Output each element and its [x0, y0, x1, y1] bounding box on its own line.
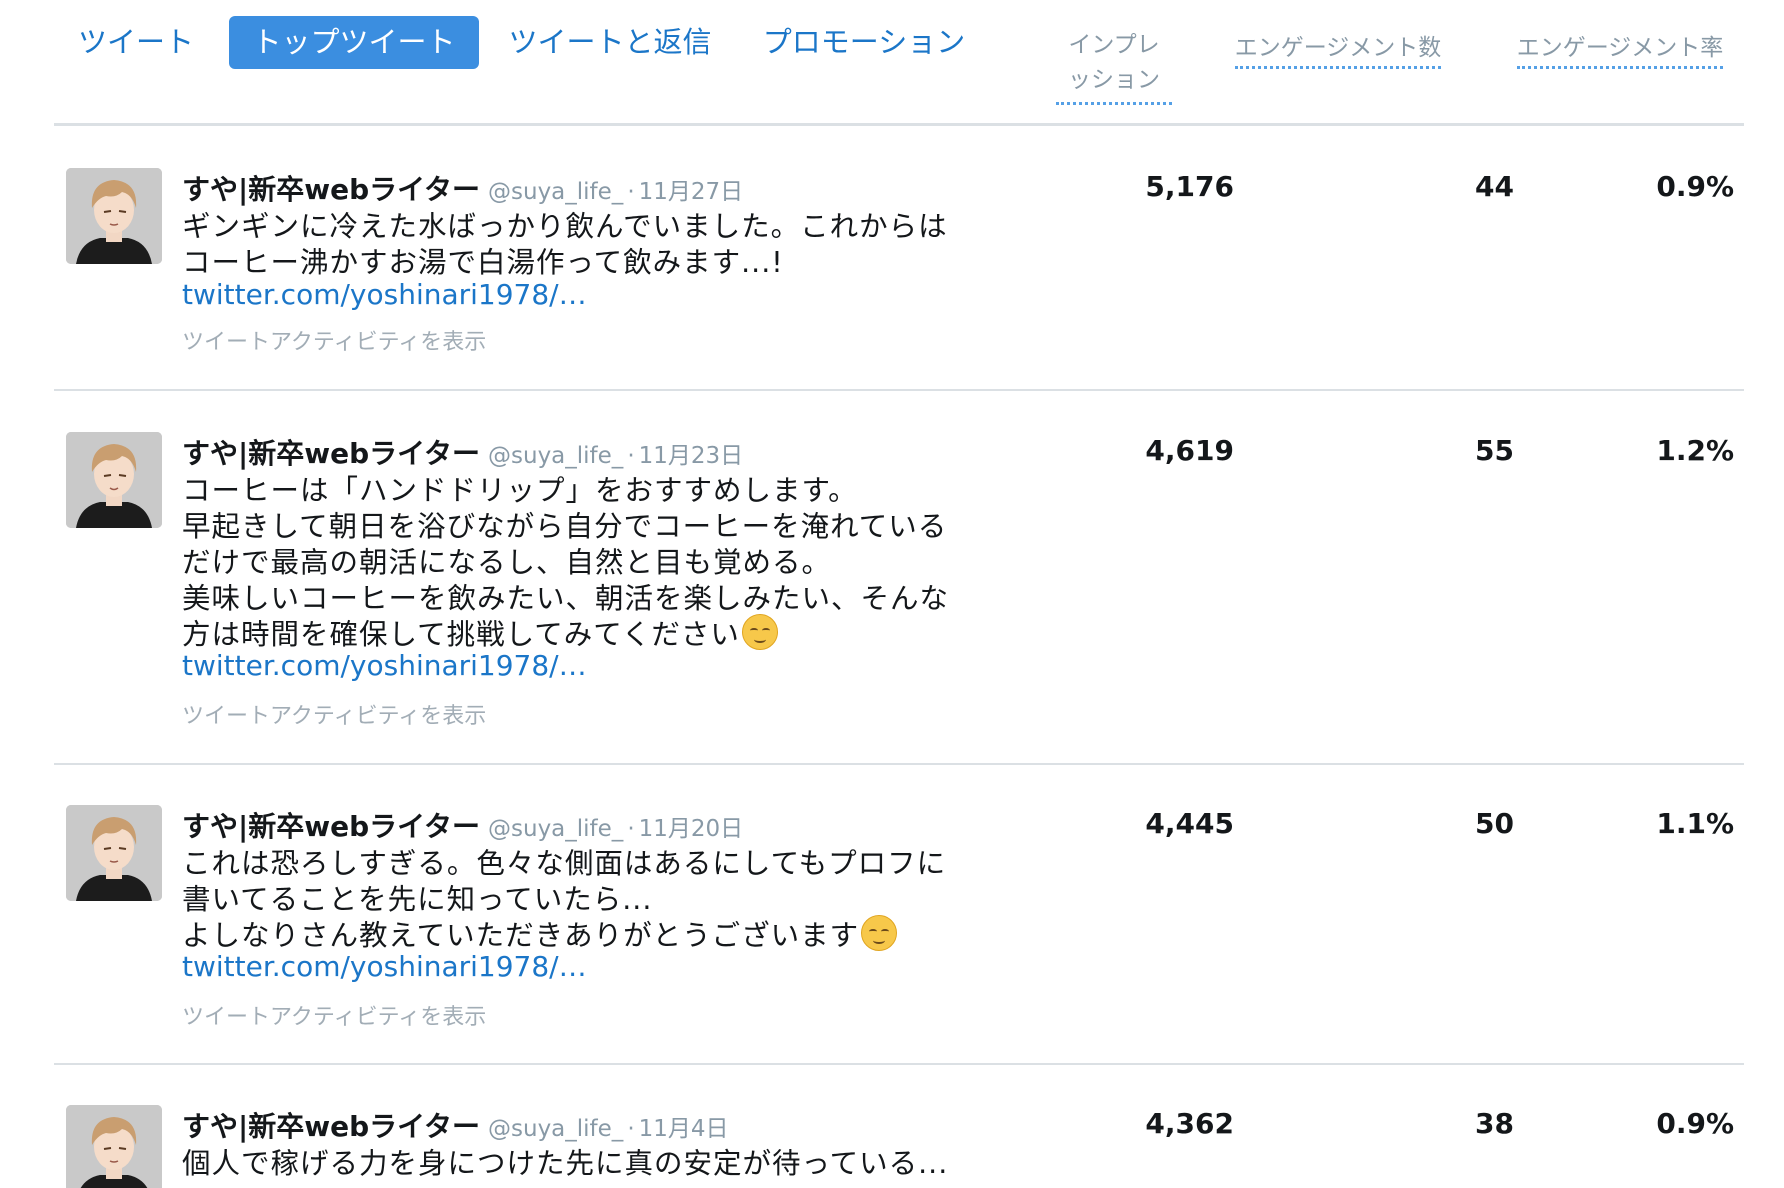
- tweet-text-line-with-emoji: よしなりさん教えていただきありがとうございます: [182, 913, 898, 954]
- author-handle[interactable]: @suya_life_: [488, 443, 623, 469]
- tweet-text-line: コーヒー沸かすお湯で白湯作って飲みます...!: [182, 246, 784, 279]
- tweet-date[interactable]: 11月23日: [639, 443, 744, 469]
- tweet-link[interactable]: twitter.com/yoshinari1978/…: [182, 950, 587, 983]
- author-name[interactable]: すや|新卒webライター: [182, 1110, 480, 1143]
- avatar-illustration-icon: [66, 432, 162, 528]
- meta-separator: ·: [627, 443, 635, 469]
- tweet-text-line: 美味しいコーヒーを飲みたい、朝活を楽しみたい、そんな: [182, 582, 950, 615]
- tweet-text-line-with-emoji: 方は時間を確保して挑戦してみてください: [182, 612, 778, 653]
- impressions-value: 4,619: [1145, 434, 1234, 467]
- tweet-row[interactable]: すや|新卒webライター @suya_life_ · 11月27日 ギンギンに冷えた水…: [54, 126, 1744, 391]
- impressions-value: 4,362: [1145, 1107, 1234, 1140]
- avatar-illustration-icon: [66, 168, 162, 264]
- view-tweet-activity-link[interactable]: ツイートアクティビティを表示: [182, 324, 486, 356]
- impressions-value: 4,445: [1145, 807, 1234, 840]
- tweet-row[interactable]: すや|新卒webライター @suya_life_ · 11月23日 コーヒーは「ハンド…: [54, 391, 1744, 765]
- engagement-rate-value: 0.9%: [1656, 1107, 1734, 1140]
- tweet-date[interactable]: 11月20日: [639, 816, 744, 842]
- column-header-impressions-line2: ッション: [1056, 63, 1172, 105]
- author-name[interactable]: すや|新卒webライター: [182, 810, 480, 843]
- column-header-engagements[interactable]: エンゲージメント数: [1218, 28, 1458, 69]
- relieved-face-emoji-icon: [741, 614, 778, 650]
- tweet-date[interactable]: 11月27日: [639, 179, 744, 205]
- tweet-link[interactable]: twitter.com/yoshinari1978/…: [182, 649, 587, 682]
- impressions-value: 5,176: [1145, 170, 1234, 203]
- column-header-engagement-rate-label: エンゲージメント率: [1516, 28, 1724, 69]
- avatar[interactable]: [66, 168, 162, 264]
- engagements-value: 38: [1475, 1107, 1514, 1140]
- engagements-value: 55: [1475, 434, 1514, 467]
- view-tweet-activity-link[interactable]: ツイートアクティビティを表示: [182, 999, 486, 1031]
- tweet-text-line: コーヒーは「ハンドドリップ」をおすすめします。: [182, 474, 858, 507]
- tab-tweets-and-replies[interactable]: ツイートと返信: [502, 16, 718, 69]
- tab-top-tweets[interactable]: トップツイート: [229, 16, 479, 69]
- tweet-text-line: 早起きして朝日を浴びながら自分でコーヒーを淹れている: [182, 510, 948, 543]
- engagements-value: 44: [1475, 170, 1514, 203]
- column-header-impressions-line1: インプレ: [1068, 32, 1160, 58]
- author-name[interactable]: すや|新卒webライター: [182, 173, 480, 206]
- tweet-meta: すや|新卒webライター @suya_life_ · 11月20日: [182, 805, 743, 845]
- engagement-rate-value: 0.9%: [1656, 170, 1734, 203]
- avatar-illustration-icon: [66, 1105, 162, 1188]
- meta-separator: ·: [627, 179, 635, 205]
- tweet-text-line: これは恐ろしすぎる。色々な側面はあるにしてもプロフに: [182, 847, 947, 880]
- tweet-row[interactable]: すや|新卒webライター @suya_life_ · 11月20日 これは恐ろしすぎる…: [54, 765, 1744, 1065]
- tweet-text-line: 方は時間を確保して挑戦してみてください: [182, 618, 740, 651]
- tweet-text-line: 個人で稼げる力を身につけた先に真の安定が待っている...: [182, 1147, 949, 1180]
- meta-separator: ·: [627, 816, 635, 842]
- author-handle[interactable]: @suya_life_: [488, 816, 623, 842]
- avatar[interactable]: [66, 432, 162, 528]
- engagements-value: 50: [1475, 807, 1514, 840]
- column-header-engagements-label: エンゲージメント数: [1234, 28, 1442, 69]
- tweet-link[interactable]: twitter.com/yoshinari1978/…: [182, 278, 587, 311]
- tweet-meta: すや|新卒webライター @suya_life_ · 11月27日: [182, 168, 743, 208]
- avatar-illustration-icon: [66, 805, 162, 901]
- view-tweet-activity-link[interactable]: ツイートアクティビティを表示: [182, 698, 486, 730]
- relieved-face-emoji-icon: [861, 915, 898, 951]
- tab-tweets[interactable]: ツイート: [78, 16, 194, 69]
- avatar[interactable]: [66, 1105, 162, 1188]
- tab-promotions[interactable]: プロモーション: [758, 16, 970, 69]
- tweet-text-line: だけで最高の朝活になるし、自然と目も覚める。: [182, 546, 832, 579]
- tweet-text-line: よしなりさん教えていただきありがとうございます: [182, 919, 860, 952]
- column-header-impressions[interactable]: インプレ ッション: [1052, 28, 1176, 105]
- tweet-meta: すや|新卒webライター @suya_life_ · 11月23日: [182, 432, 743, 472]
- author-name[interactable]: すや|新卒webライター: [182, 437, 480, 470]
- author-handle[interactable]: @suya_life_: [488, 179, 623, 205]
- tweet-meta: すや|新卒webライター @suya_life_ · 11月4日: [182, 1105, 729, 1145]
- engagement-rate-value: 1.2%: [1656, 434, 1734, 467]
- column-header-engagement-rate[interactable]: エンゲージメント率: [1500, 28, 1740, 69]
- tweet-text-line: 書いてることを先に知っていたら...: [182, 883, 653, 916]
- tab-bar: ツイート トップツイート ツイートと返信 プロモーション: [0, 0, 1000, 80]
- tweet-date[interactable]: 11月4日: [639, 1116, 729, 1142]
- tweet-text-line: ギンギンに冷えた水ばっかり飲んでいました。これからは: [182, 210, 948, 243]
- avatar[interactable]: [66, 805, 162, 901]
- author-handle[interactable]: @suya_life_: [488, 1116, 623, 1142]
- engagement-rate-value: 1.1%: [1656, 807, 1734, 840]
- meta-separator: ·: [627, 1116, 635, 1142]
- tweet-row[interactable]: すや|新卒webライター @suya_life_ · 11月4日 個人で稼げる力を身に…: [54, 1065, 1744, 1188]
